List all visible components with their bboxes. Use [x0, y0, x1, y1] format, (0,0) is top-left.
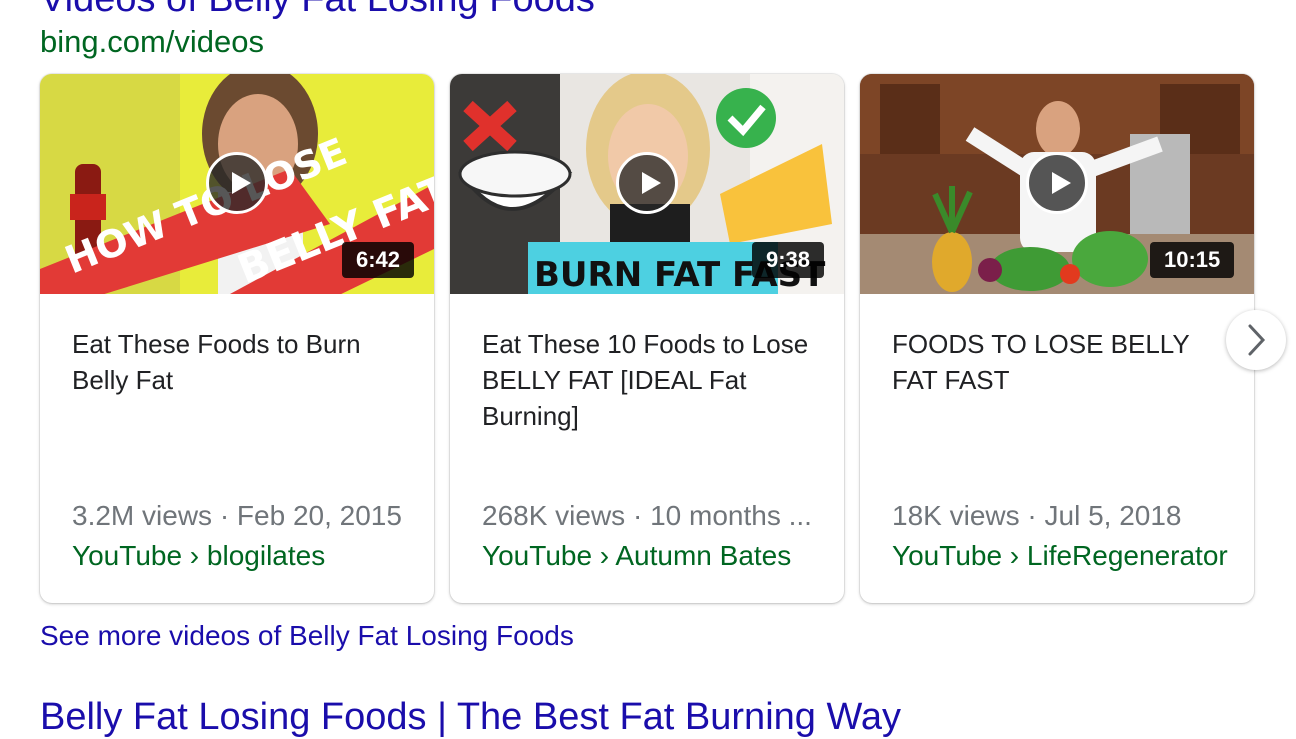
play-icon[interactable] — [206, 152, 268, 214]
carousel-next-button[interactable] — [1226, 310, 1286, 370]
next-result-title[interactable]: Belly Fat Losing Foods | The Best Fat Bu… — [40, 696, 901, 739]
video-thumbnail[interactable]: HOW TO LOSE BELLY FAT 6:42 — [40, 74, 434, 294]
video-thumbnail[interactable]: 10:15 — [860, 74, 1254, 294]
video-meta: 3.2M views · Feb 20, 2015 — [72, 500, 402, 531]
video-card[interactable]: HOW TO LOSE BELLY FAT 6:42 Eat These Foo… — [40, 74, 434, 603]
video-thumbnail[interactable]: BURN FAT FAST 9:38 — [450, 74, 844, 294]
chevron-right-icon — [1248, 324, 1266, 356]
video-title[interactable]: Eat These Foods to Burn Belly Fat — [72, 326, 412, 398]
duration-badge: 10:15 — [1150, 242, 1235, 278]
video-channel[interactable]: YouTube › LifeRegenerator — [892, 540, 1242, 572]
video-section-title[interactable]: Videos of Belly Fat Losing Foods — [40, 0, 595, 21]
video-title[interactable]: Eat These 10 Foods to Lose BELLY FAT [ID… — [482, 326, 822, 434]
see-more-videos-link[interactable]: See more videos of Belly Fat Losing Food… — [40, 620, 574, 652]
video-title[interactable]: FOODS TO LOSE BELLY FAT FAST — [892, 326, 1232, 398]
video-channel[interactable]: YouTube › blogilates — [72, 540, 422, 572]
video-meta: 268K views · 10 months ... — [482, 500, 812, 531]
play-icon[interactable] — [616, 152, 678, 214]
video-channel[interactable]: YouTube › Autumn Bates — [482, 540, 832, 572]
source-url[interactable]: bing.com/videos — [40, 24, 264, 60]
play-icon[interactable] — [1026, 152, 1088, 214]
video-meta: 18K views · Jul 5, 2018 — [892, 500, 1182, 531]
video-card[interactable]: 10:15 FOODS TO LOSE BELLY FAT FAST 18K v… — [860, 74, 1254, 603]
duration-badge: 6:42 — [342, 242, 415, 278]
video-card[interactable]: BURN FAT FAST 9:38 Eat These 10 Foods to… — [450, 74, 844, 603]
duration-badge: 9:38 — [752, 242, 825, 278]
